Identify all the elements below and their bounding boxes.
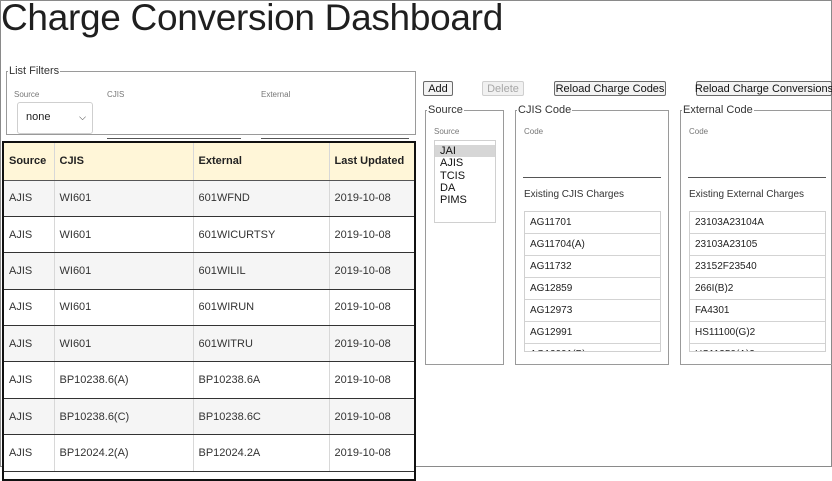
table-row[interactable]: AJIS WI601 601WILIL 2019-10-08 [4, 252, 414, 290]
source-option[interactable]: AJIS [435, 157, 495, 169]
column-header-cjis[interactable]: CJIS [54, 143, 194, 181]
cell-external: 601WITRU [193, 325, 330, 363]
list-item[interactable]: HS11350(A)2 [690, 344, 825, 351]
cell-last-updated: 2019-10-08 [329, 361, 414, 399]
table-row[interactable]: AJIS BP12024.2(A) BP12024.2A 2019-10-08 [4, 434, 414, 472]
list-item[interactable]: AG11701 [525, 212, 660, 234]
cell-source: AJIS [4, 325, 55, 363]
cell-external: BP12024.2A [193, 434, 330, 472]
list-item[interactable]: AG12859 [525, 278, 660, 300]
cell-source: AJIS [4, 252, 55, 290]
external-code-label: Code [689, 127, 709, 136]
source-select-label: Source [434, 127, 460, 136]
source-filter-select[interactable]: none ⌵ [17, 102, 93, 134]
cell-cjis: WI601 [54, 252, 194, 290]
cjis-code-input[interactable] [523, 158, 661, 178]
cell-source: AJIS [4, 289, 55, 327]
source-option[interactable]: DA [435, 182, 495, 194]
cjis-code-label: Code [524, 127, 544, 136]
list-item[interactable]: 23152F23540 [690, 256, 825, 278]
source-filter-label: Source [14, 90, 40, 99]
conversions-table: Source CJIS External Last Updated AJIS W… [2, 141, 416, 481]
cjis-code-panel: CJIS Code Code Existing CJIS Charges AG1… [515, 104, 669, 365]
cell-source: AJIS [4, 361, 55, 399]
list-item[interactable]: FA4301 [690, 300, 825, 322]
list-item[interactable]: AG11732 [525, 256, 660, 278]
table-row[interactable]: AJIS BP10238.6(C) BP10238.6C 2019-10-08 [4, 398, 414, 436]
source-listbox[interactable]: JAI AJIS TCIS DA PIMS [434, 140, 496, 223]
cell-last-updated: 2019-10-08 [329, 289, 414, 327]
external-code-panel: External Code Code Existing External Cha… [680, 104, 832, 365]
column-header-external[interactable]: External [193, 143, 330, 181]
list-item[interactable]: AG12973 [525, 300, 660, 322]
cell-source: AJIS [4, 216, 55, 254]
table-row[interactable]: AJIS WI601 601WITRU 2019-10-08 [4, 325, 414, 363]
list-item[interactable]: AG11704(A) [525, 234, 660, 256]
table-header-row: Source CJIS External Last Updated [4, 143, 414, 181]
cjis-filter-input[interactable] [107, 119, 241, 139]
cell-cjis: BP10238.6(C) [54, 398, 194, 436]
list-filters-legend: List Filters [9, 65, 60, 77]
cell-source: AJIS [4, 434, 55, 472]
delete-button[interactable]: Delete [482, 81, 524, 96]
source-panel: Source Source JAI AJIS TCIS DA PIMS [425, 104, 504, 365]
cell-cjis: WI601 [54, 216, 194, 254]
external-filter-input[interactable] [261, 119, 409, 139]
list-item[interactable]: AG12991 [525, 322, 660, 344]
column-header-last-updated[interactable]: Last Updated [329, 143, 414, 181]
cjis-filter-label: CJIS [107, 90, 125, 99]
table-row[interactable]: AJIS WI601 601WICURTSY 2019-10-08 [4, 216, 414, 254]
cell-source: AJIS [4, 180, 55, 217]
cell-last-updated: 2019-10-08 [329, 180, 414, 217]
cell-cjis: WI601 [54, 325, 194, 363]
cell-cjis: WI601 [54, 289, 194, 327]
source-option[interactable]: TCIS [435, 170, 495, 182]
cell-last-updated: 2019-10-08 [329, 434, 414, 472]
list-item[interactable]: AG12991(B) [525, 344, 660, 351]
page-title: Charge Conversion Dashboard [1, 0, 503, 38]
cell-external: BP10238.6A [193, 361, 330, 399]
external-filter-label: External [261, 90, 291, 99]
cell-external: 601WICURTSY [193, 216, 330, 254]
table-row[interactable]: AJIS BP10238.6(A) BP10238.6A 2019-10-08 [4, 361, 414, 399]
source-option[interactable]: PIMS [435, 194, 495, 206]
chevron-down-icon: ⌵ [79, 112, 86, 122]
table-row[interactable]: AJIS WI601 601WIRUN 2019-10-08 [4, 289, 414, 327]
cell-cjis: BP10238.6(A) [54, 361, 194, 399]
cell-last-updated: 2019-10-08 [329, 252, 414, 290]
column-header-source[interactable]: Source [4, 143, 55, 181]
cell-external: BP10238.6C [193, 398, 330, 436]
source-panel-legend: Source [428, 104, 463, 116]
external-code-legend: External Code [683, 104, 753, 116]
reload-charge-conversions-button[interactable]: Reload Charge Conversions [695, 81, 832, 96]
cell-last-updated: 2019-10-08 [329, 325, 414, 363]
source-filter-value: none [26, 111, 51, 123]
list-filters: List Filters Source none ⌵ CJIS External [6, 65, 416, 139]
existing-external-charges-list[interactable]: 23103A23104A 23103A23105 23152F23540 266… [689, 211, 826, 352]
cell-cjis: BP12024.2(A) [54, 434, 194, 472]
existing-cjis-charges-title: Existing CJIS Charges [524, 189, 625, 200]
list-item[interactable]: 23103A23104A [690, 212, 825, 234]
cjis-code-legend: CJIS Code [518, 104, 572, 116]
existing-external-charges-title: Existing External Charges [689, 189, 805, 200]
cell-external: 601WILIL [193, 252, 330, 290]
list-item[interactable]: HS11100(G)2 [690, 322, 825, 344]
cell-last-updated: 2019-10-08 [329, 216, 414, 254]
list-item[interactable]: 23103A23105 [690, 234, 825, 256]
cell-external: 601WFND [193, 180, 330, 217]
cell-external: 601WIRUN [193, 289, 330, 327]
existing-cjis-charges-list[interactable]: AG11701 AG11704(A) AG11732 AG12859 AG129… [524, 211, 661, 352]
cell-cjis: WI601 [54, 180, 194, 217]
add-button[interactable]: Add [423, 81, 453, 96]
source-option[interactable]: JAI [435, 145, 495, 158]
list-item[interactable]: 266I(B)2 [690, 278, 825, 300]
reload-charge-codes-button[interactable]: Reload Charge Codes [554, 81, 666, 96]
external-code-input[interactable] [688, 158, 826, 178]
cell-last-updated: 2019-10-08 [329, 398, 414, 436]
table-row[interactable]: AJIS WI601 601WFND 2019-10-08 [4, 180, 414, 217]
cell-source: AJIS [4, 398, 55, 436]
